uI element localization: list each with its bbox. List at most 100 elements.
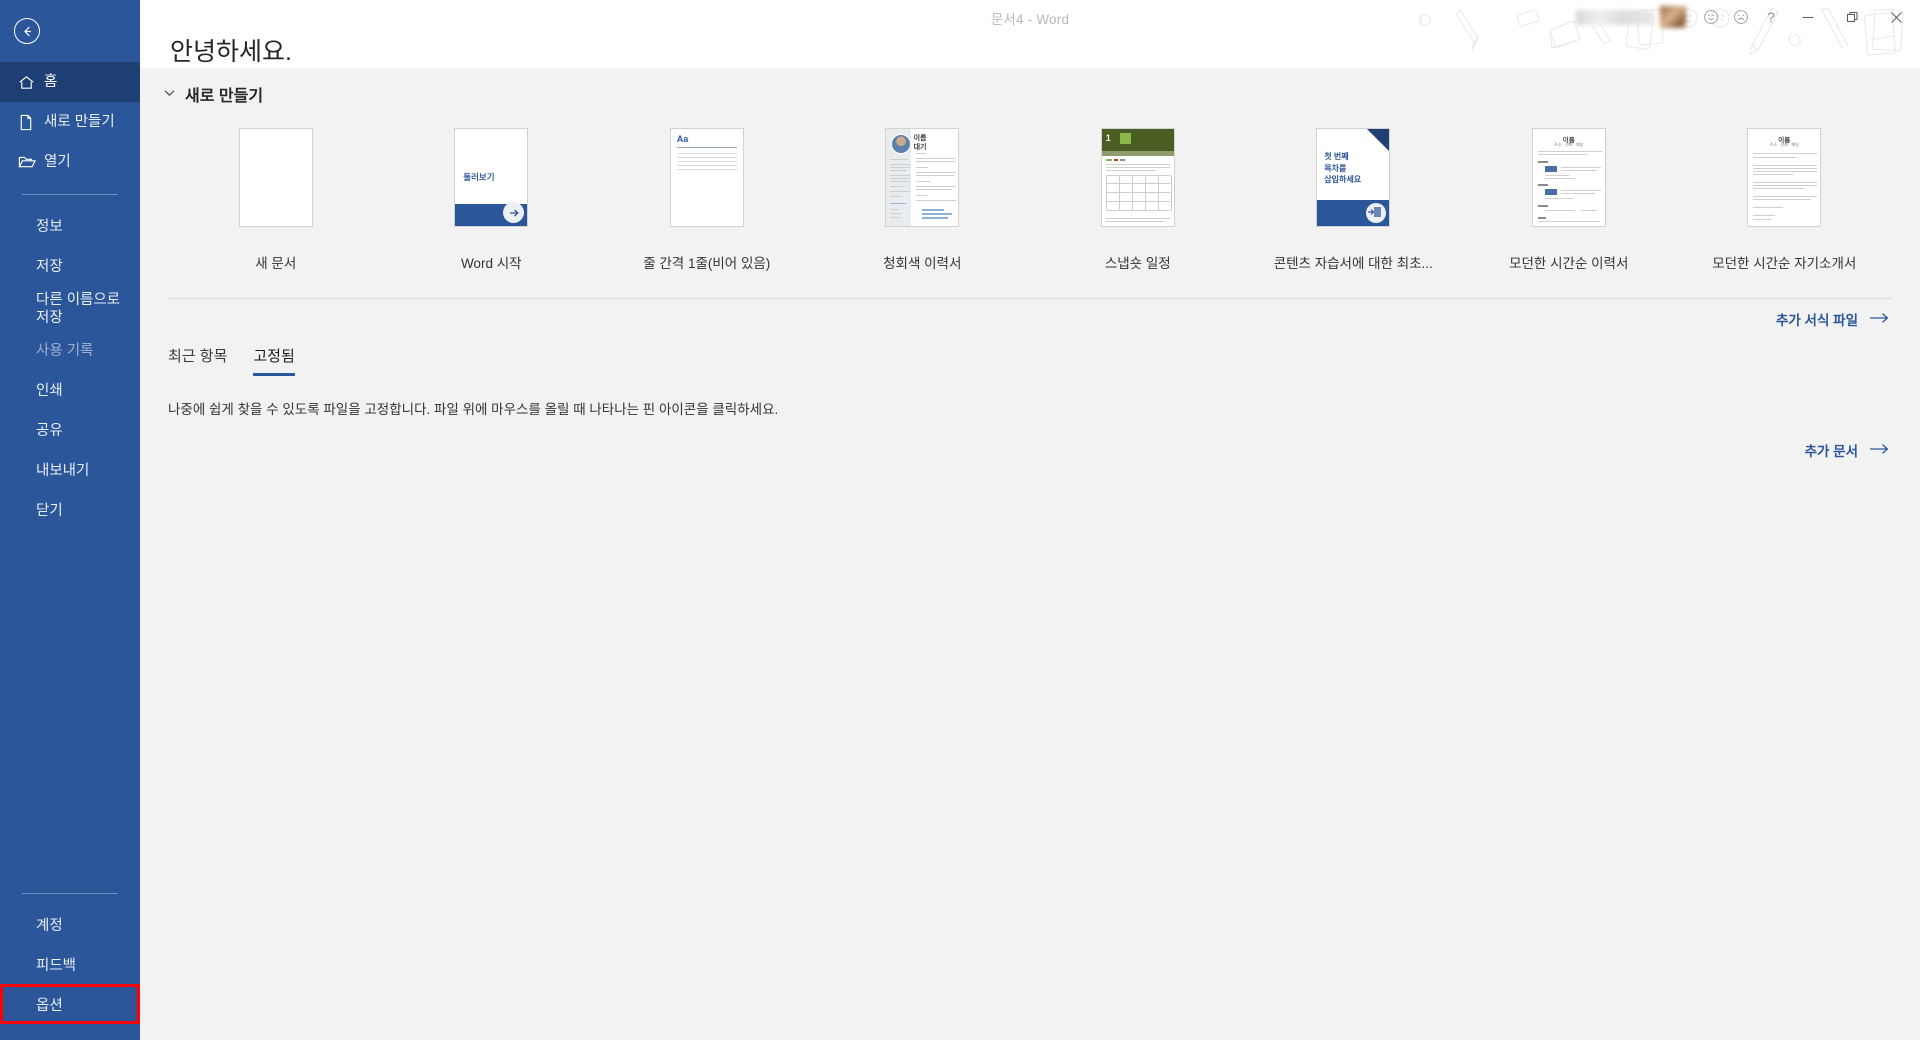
template-card[interactable]: 둘러보기 Word 시작	[384, 128, 600, 272]
arrow-right-icon	[1870, 443, 1890, 458]
rule	[676, 147, 737, 148]
template-thumbnail-wrap: Aa	[669, 128, 744, 230]
sidebar-item-home[interactable]: 홈	[0, 62, 140, 102]
sidebar-item-close[interactable]: 닫기	[0, 491, 140, 531]
template-thumbnail-tour: 둘러보기	[454, 128, 529, 227]
template-card[interactable]: 이름 대기 청회색 이력서	[815, 128, 1031, 272]
template-subtext: 주소 · 전화 · 메일	[1769, 142, 1799, 147]
template-gallery: 새 문서 둘러보기 Word 시작 Aa 줄 간격 1줄(비어 있음) 이름 대…	[140, 128, 1920, 272]
chevron-down-icon	[164, 88, 175, 100]
tab-label: 고정됨	[253, 348, 295, 365]
title-bar: 문서4 - Word ? 안녕하세요.	[140, 0, 1920, 68]
sidebar-item-feedback[interactable]: 피드백	[0, 946, 140, 986]
template-label: 줄 간격 1줄(비어 있음)	[643, 256, 771, 271]
sidebar-item-label: 계정	[36, 917, 63, 934]
sidebar-item-label: 사용 기록	[36, 343, 94, 360]
user-name-blurred[interactable]	[1576, 9, 1654, 25]
sidebar-item-new[interactable]: 새로 만들기	[0, 102, 140, 142]
back-arrow-icon	[14, 18, 40, 44]
restore-button[interactable]	[1830, 2, 1874, 32]
sidebar-bottom-nav: 계정 피드백 옵션	[0, 881, 140, 1026]
template-label: 스냅숏 일정	[1104, 256, 1171, 271]
template-thumbnail-resume-bluegray: 이름 대기	[885, 128, 960, 227]
template-card[interactable]: 1 스냅숏 일정	[1030, 128, 1246, 272]
more-documents-label: 추가 문서	[1804, 444, 1858, 459]
main-area: 문서4 - Word ? 안녕하세요. 새로 만들기 새 문서 둘러보기 Wor…	[140, 0, 1920, 1040]
template-card[interactable]: 이름 주소 · 전화 · 메일	[1677, 128, 1893, 272]
home-icon	[18, 74, 44, 91]
more-templates-label: 추가 서식 파일	[1775, 313, 1858, 328]
sidebar-item-options[interactable]: 옵션	[0, 986, 140, 1026]
sidebar-item-history: 사용 기록	[0, 331, 140, 371]
sidebar-item-open[interactable]: 열기	[0, 142, 140, 182]
template-thumbnail-wrap: 첫 번째 목차를 삽입하세요	[1316, 128, 1391, 230]
sidebar-item-save-as[interactable]: 다른 이름으로 저장	[0, 287, 140, 331]
minimize-button[interactable]	[1786, 2, 1830, 32]
sidebar-item-label: 열기	[44, 153, 71, 170]
tab-label: 최근 항목	[168, 348, 228, 365]
more-documents-link[interactable]: 추가 문서	[1805, 440, 1890, 460]
calendar-strip	[1101, 151, 1174, 156]
template-thumbnail-wrap: 이름 대기	[885, 128, 960, 230]
template-card[interactable]: 새 문서	[168, 128, 384, 272]
template-thumbnail-wrap	[238, 128, 313, 230]
sidebar-item-account[interactable]: 계정	[0, 906, 140, 946]
insert-icon	[1366, 203, 1387, 223]
template-card[interactable]: 이름 주소 · 전화 · 메일	[1461, 128, 1677, 272]
rule	[676, 165, 737, 166]
smiley-face-icon[interactable]	[1696, 2, 1726, 32]
rule	[676, 169, 737, 170]
sidebar-item-print[interactable]: 인쇄	[0, 371, 140, 411]
sidebar-item-label: 내보내기	[36, 463, 90, 480]
corner-ribbon	[1367, 129, 1390, 151]
sidebar-item-label: 저장	[36, 258, 63, 275]
frowning-face-icon[interactable]	[1726, 2, 1756, 32]
close-button[interactable]	[1874, 2, 1918, 32]
template-thumbnail-single-spaced: Aa	[669, 128, 744, 227]
documents-tabs: 최근 항목 고정됨	[140, 329, 1920, 376]
more-templates-link[interactable]: 추가 서식 파일	[1776, 309, 1890, 329]
template-label: 청회색 이력서	[883, 256, 962, 271]
sidebar-item-label: 정보	[36, 218, 63, 235]
back-button[interactable]	[0, 0, 140, 62]
sidebar-item-save[interactable]: 저장	[0, 247, 140, 287]
sidebar-item-share[interactable]: 공유	[0, 411, 140, 451]
calendar-grid	[1105, 175, 1172, 211]
sidebar-item-label: 새로 만들기	[44, 113, 115, 130]
new-section-header[interactable]: 새로 만들기	[140, 68, 340, 106]
sidebar-divider-bottom	[22, 893, 118, 894]
new-document-icon	[18, 114, 44, 131]
rule	[676, 153, 737, 154]
template-subtext: 주소 · 전화 · 메일	[1554, 142, 1584, 147]
template-thumbnail-wrap: 이름 주소 · 전화 · 메일	[1747, 128, 1822, 230]
template-inner-text: 이름 대기	[913, 135, 927, 151]
sidebar-item-export[interactable]: 내보내기	[0, 451, 140, 491]
tab-recent[interactable]: 최근 항목	[168, 345, 227, 376]
calendar-icon	[1119, 133, 1131, 144]
template-label: 콘텐츠 자습서에 대한 최초...	[1273, 256, 1433, 271]
template-thumbnail-modern-resume: 이름 주소 · 전화 · 메일	[1531, 128, 1606, 227]
sidebar-item-info[interactable]: 정보	[0, 207, 140, 247]
sidebar-item-label: 피드백	[36, 957, 77, 974]
pinned-empty-message: 나중에 쉽게 찾을 수 있도록 파일을 고정합니다. 파일 위에 마우스를 올릴…	[168, 402, 779, 417]
sidebar-item-label: 다른 이름으로 저장	[36, 292, 121, 327]
tab-pinned[interactable]: 고정됨	[253, 345, 295, 376]
more-templates-row: 추가 서식 파일	[140, 299, 1920, 329]
sidebar-item-label: 홈	[44, 73, 58, 90]
sidebar-primary-nav: 홈 새로 만들기 열기 정보 저장 다른 이름으로 저장 사용 기록 인쇄 공유…	[0, 62, 140, 531]
page-title: 안녕하세요.	[170, 38, 292, 66]
content-area: 새로 만들기 새 문서 둘러보기 Word 시작 Aa 줄 간격 1줄(비어 있…	[140, 68, 1920, 1040]
template-inner-text: 첫 번째 목차를 삽입하세요	[1324, 152, 1362, 185]
arrow-right-icon	[1870, 312, 1890, 327]
sidebar-divider-top	[22, 194, 118, 195]
template-label: 새 문서	[255, 256, 297, 271]
sidebar-item-label: 인쇄	[36, 383, 63, 400]
avatar[interactable]	[1660, 6, 1686, 28]
rule	[676, 157, 737, 158]
template-label: 모던한 시간순 이력서	[1509, 256, 1629, 271]
template-card[interactable]: 첫 번째 목차를 삽입하세요 콘텐츠 자습서에 대한 최초...	[1246, 128, 1462, 272]
template-thumbnail-wrap: 이름 주소 · 전화 · 메일	[1531, 128, 1606, 230]
template-card[interactable]: Aa 줄 간격 1줄(비어 있음)	[599, 128, 815, 272]
help-icon[interactable]: ?	[1756, 2, 1786, 32]
template-inner-text: Aa	[676, 134, 689, 144]
